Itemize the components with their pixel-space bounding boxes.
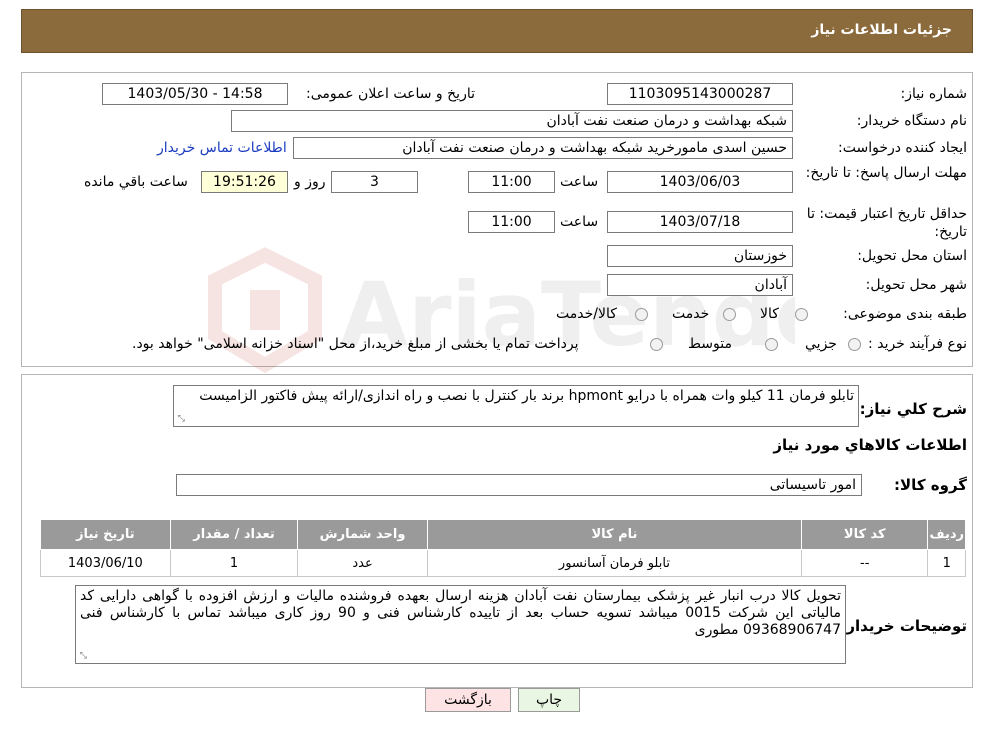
process-note: پرداخت تمام یا بخشی از مبلغ خرید،از محل … [132,336,579,352]
announce-field: 1403/05/30 - 14:58 [102,83,288,105]
remaining-label: ساعت باقي مانده [84,174,188,190]
col-unit: واحد شمارش [297,519,428,550]
summary-text: تابلو فرمان 11 کیلو وات همراه با درایو h… [199,388,854,404]
price-validity-label: حداقل تاریخ اعتبار قیمت: تا تاریخ: [806,206,967,240]
process-radio-treasury[interactable] [650,338,663,351]
cell-quantity: 1 [169,549,299,577]
goods-section-title: اطلاعات کالاهاي مورد نياز [773,436,967,454]
buyer-org-field: شبکه بهداشت و درمان صنعت نفت آبادان [231,110,793,132]
cell-unit: عدد [297,549,428,577]
process-option-minor: جزيي [805,336,837,352]
resize-grip-icon: ⤡ [177,414,185,424]
summary-textarea: تابلو فرمان 11 کیلو وات همراه با درایو h… [173,385,859,427]
goods-group-label: گروه کالا: [894,476,967,494]
buyer-contact-link[interactable]: اطلاعات تماس خریدار [157,140,287,156]
city-field: آبادان [607,274,793,296]
goods-table: رديف کد کالا نام کالا واحد شمارش تعداد /… [40,519,966,577]
announce-label: تاریخ و ساعت اعلان عمومی: [306,86,475,102]
category-option-service: خدمت [672,306,710,322]
province-label: استان محل تحویل: [857,248,967,264]
process-label: نوع فرآیند خرید : [868,336,967,352]
col-need-date: تاریخ نیاز [40,519,171,550]
creator-label: ایجاد کننده درخواست: [838,140,967,156]
cell-row-no: 1 [927,549,966,577]
col-goods-code: کد کالا [801,519,929,550]
category-option-goods: کالا [760,306,779,322]
process-option-medium: متوسط [688,336,732,352]
days-field: 3 [331,171,418,193]
deadline-label: مهلت ارسال پاسخ: تا تاریخ: [805,165,967,181]
cell-goods-name: تابلو فرمان آسانسور [426,549,803,577]
deadline-time-field: 11:00 [468,171,555,193]
deadline-date-field: 1403/06/03 [607,171,793,193]
price-validity-date-field: 1403/07/18 [607,211,793,233]
process-radio-medium[interactable] [765,338,778,351]
page-header: جزئیات اطلاعات نیاز [21,9,973,53]
goods-group-field: امور تاسیساتی [176,474,862,496]
resize-grip-icon: ⤡ [79,651,87,661]
col-goods-name: نام کالا [426,519,803,550]
province-field: خوزستان [607,245,793,267]
buyer-notes-textarea: تحویل کالا درب انبار غیر پزشکی بیمارستان… [75,585,846,664]
creator-field: حسین اسدی مامورخرید شبکه بهداشت و درمان … [293,137,793,159]
category-radio-goods-service[interactable] [635,308,648,321]
category-radio-service[interactable] [723,308,736,321]
col-row-no: رديف [927,519,966,550]
table-row: 1 -- تابلو فرمان آسانسور عدد 1 1403/06/1… [40,549,966,577]
buyer-notes-text: تحویل کالا درب انبار غیر پزشکی بیمارستان… [80,588,841,638]
remaining-time-field: 19:51:26 [201,171,288,193]
back-button[interactable]: بازگشت [425,688,511,712]
page-title: جزئیات اطلاعات نیاز [811,22,952,38]
cell-need-date: 1403/06/10 [40,549,171,577]
col-quantity: تعداد / مقدار [169,519,299,550]
category-option-goods-service: کالا/خدمت [556,306,617,322]
category-label: طبقه بندی موضوعی: [843,306,967,322]
summary-label: شرح کلي نياز: [859,400,967,418]
buyer-org-label: نام دستگاه خریدار: [856,113,967,129]
price-validity-time-label: ساعت [560,214,599,230]
cell-goods-code: -- [801,549,929,577]
need-number-field: 1103095143000287 [607,83,793,105]
buyer-notes-label: توضیحات خریدار: [840,617,967,635]
city-label: شهر محل تحویل: [865,277,967,293]
days-label: روز و [294,174,326,190]
category-radio-goods[interactable] [795,308,808,321]
goods-table-header: رديف کد کالا نام کالا واحد شمارش تعداد /… [40,519,966,550]
process-radio-minor[interactable] [848,338,861,351]
need-number-label: شماره نیاز: [900,86,968,102]
deadline-time-label: ساعت [560,174,599,190]
print-button[interactable]: چاپ [518,688,580,712]
price-validity-time-field: 11:00 [468,211,555,233]
